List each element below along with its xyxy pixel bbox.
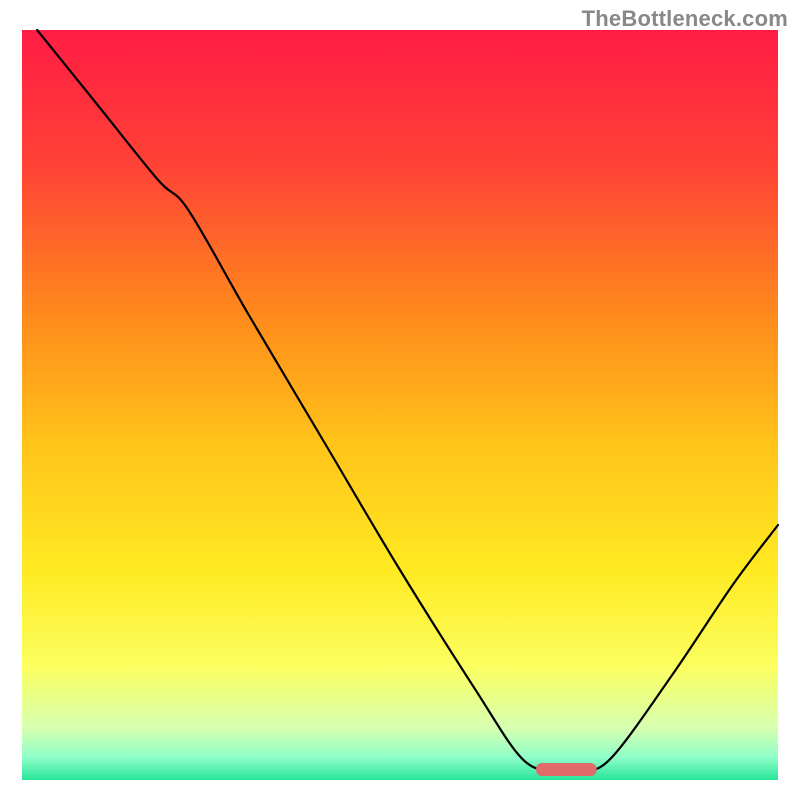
gradient-background	[22, 30, 778, 780]
plot-area	[22, 30, 778, 780]
watermark-text: TheBottleneck.com	[582, 6, 788, 32]
chart-frame: TheBottleneck.com	[0, 0, 800, 800]
optimal-zone-marker	[536, 763, 596, 776]
bottleneck-chart	[0, 0, 800, 800]
